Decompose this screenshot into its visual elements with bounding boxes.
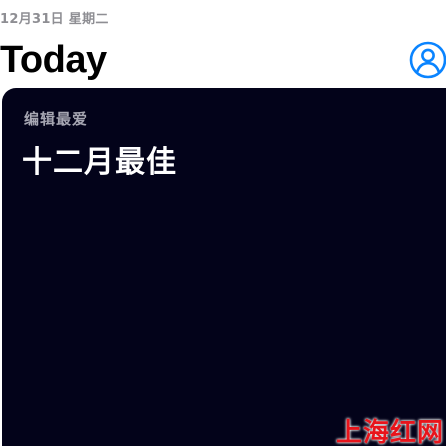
header-date: 12月31日 星期二 bbox=[0, 12, 109, 27]
featured-story-card[interactable]: 编辑最爱 十二月最佳 bbox=[2, 88, 446, 446]
account-button[interactable] bbox=[409, 41, 446, 79]
today-screen: 12月31日 星期二 Today 编辑最爱 十二月最佳 上海红网 bbox=[0, 0, 446, 446]
card-headline: 十二月最佳 bbox=[22, 145, 177, 180]
watermark: 上海红网 bbox=[336, 418, 445, 446]
card-kicker: 编辑最爱 bbox=[24, 110, 89, 128]
account-icon bbox=[409, 41, 446, 79]
page-title: Today bbox=[0, 39, 107, 81]
